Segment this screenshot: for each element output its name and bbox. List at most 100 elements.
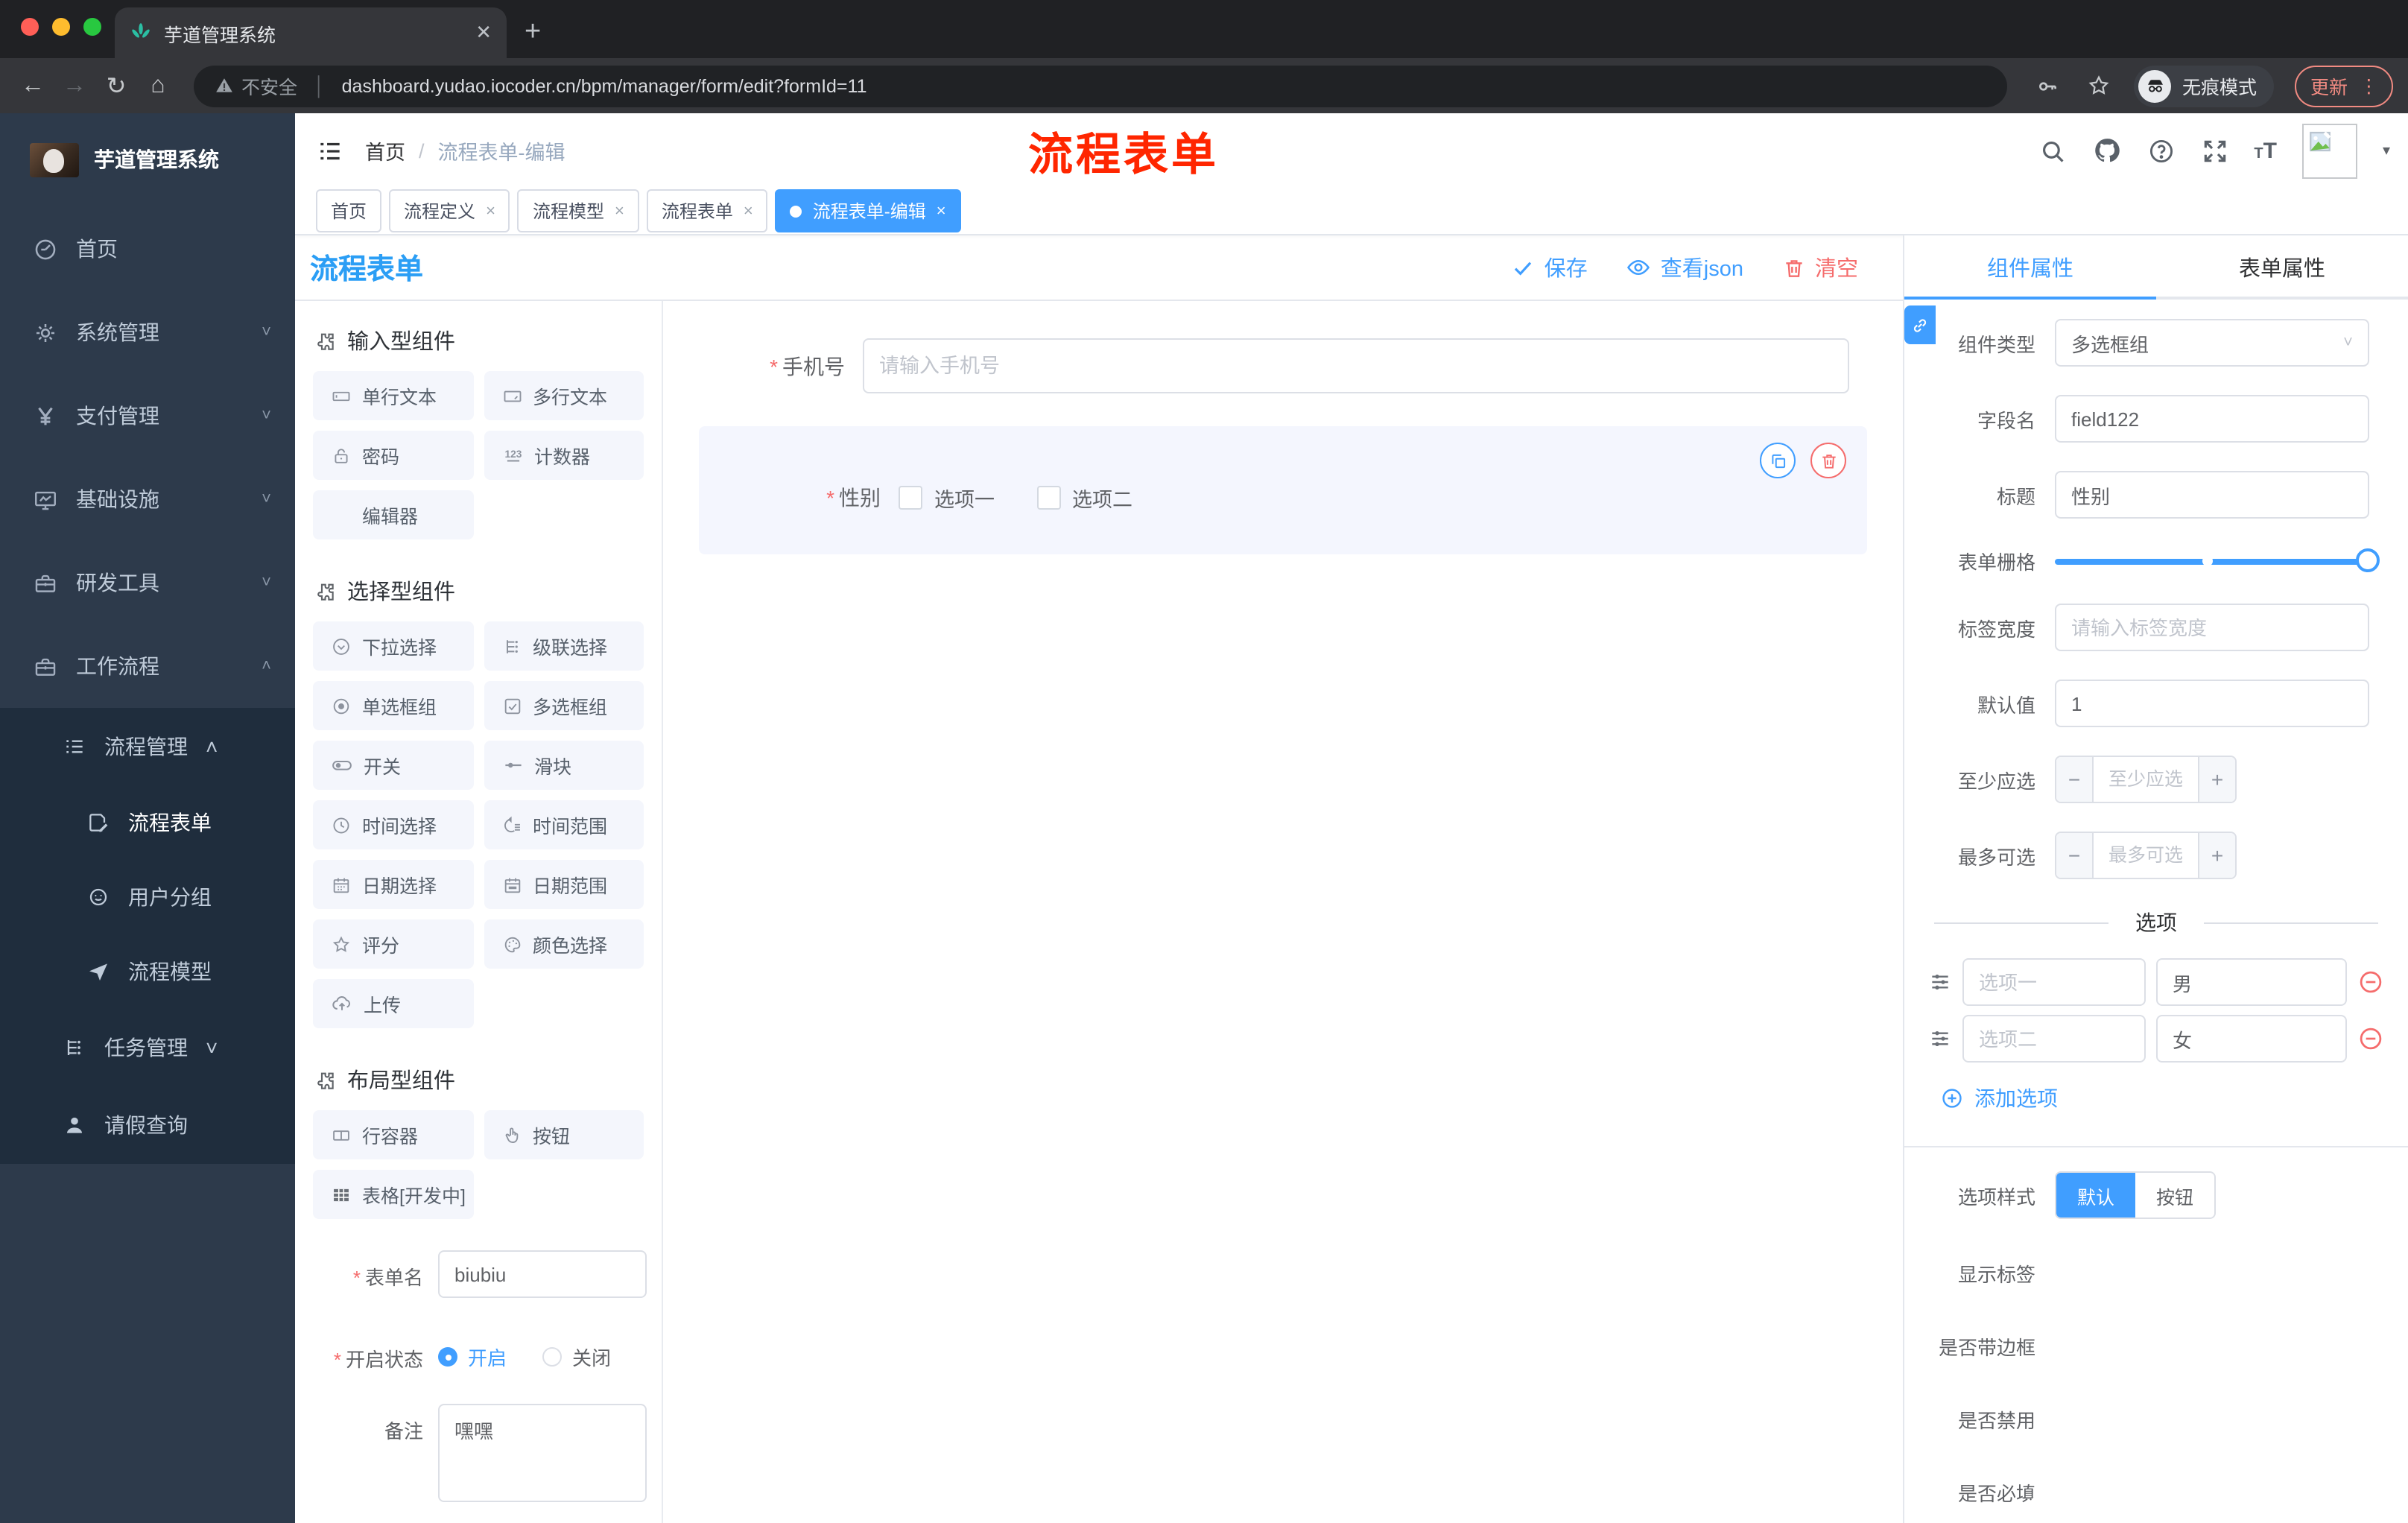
browser-tab[interactable]: 芋道管理系统 ✕ [115,7,507,58]
remove-option-icon[interactable] [2357,969,2384,995]
component-upload[interactable]: 上传 [313,979,473,1028]
stepper-minus-button[interactable]: − [2056,757,2094,802]
back-button[interactable]: ← [15,72,51,99]
font-size-icon[interactable]: TT [2254,138,2277,163]
slider-handle[interactable] [2356,548,2380,571]
style-default-button[interactable]: 默认 [2056,1173,2136,1218]
option2-value-input[interactable] [2155,1015,2347,1063]
breadcrumb-home[interactable]: 首页 [365,136,405,165]
component-date-picker[interactable]: 日期选择 [313,860,473,909]
component-rate[interactable]: 评分 [313,919,473,969]
option1-value-input[interactable] [2155,958,2347,1006]
fullscreen-icon[interactable] [2200,136,2228,165]
sidebar-item-process-model[interactable]: 流程模型 [0,934,295,1009]
new-tab-button[interactable]: + [525,16,541,49]
link-handle[interactable] [1904,305,1936,344]
tab-component-props[interactable]: 组件属性 [1904,235,2156,300]
search-icon[interactable] [2038,136,2066,165]
sidebar-item-infra[interactable]: 基础设施 ˅ [0,457,295,541]
component-row-container[interactable]: 行容器 [313,1110,473,1159]
component-type-select[interactable]: 多选框组 ˅ [2055,319,2369,367]
password-key-icon[interactable] [2036,74,2060,98]
option1-label-input[interactable] [1962,958,2146,1006]
stepper-minus-button[interactable]: − [2056,833,2094,878]
view-tab-home[interactable]: 首页 [316,189,382,232]
bookmark-star-icon[interactable] [2087,73,2112,98]
remove-option-icon[interactable] [2357,1025,2384,1052]
close-tab-icon[interactable]: × [615,202,624,220]
component-editor[interactable]: 编辑器 [313,490,473,539]
forward-button[interactable]: → [57,72,92,99]
field-name-input[interactable] [2055,395,2369,443]
component-table[interactable]: 表格[开发中] [313,1170,473,1219]
close-tab-icon[interactable]: × [937,202,946,220]
max-select-input[interactable] [2094,833,2198,878]
tab-form-props[interactable]: 表单属性 [2156,235,2408,300]
browser-menu-dots-icon[interactable]: ⋮ [2360,75,2378,97]
component-switch[interactable]: 开关 [313,741,473,790]
sidebar-item-workflow[interactable]: 工作流程 ˄ [0,624,295,708]
view-tab-process-form[interactable]: 流程表单 × [646,189,768,232]
component-color-picker[interactable]: 颜色选择 [484,919,644,969]
min-select-input[interactable] [2094,757,2198,802]
sidebar-item-task-mgmt[interactable]: 任务管理 ˅ [0,1009,295,1086]
close-tab-icon[interactable]: ✕ [475,21,492,45]
add-option-button[interactable]: 添加选项 [1940,1083,2408,1113]
component-button[interactable]: 按钮 [484,1110,644,1159]
drag-handle-icon[interactable] [1928,1027,1952,1051]
style-button-button[interactable]: 按钮 [2135,1173,2215,1218]
update-browser-button[interactable]: 更新 ⋮ [2295,65,2393,107]
option2-label-input[interactable] [1962,1015,2146,1063]
label-width-input[interactable] [2055,604,2369,651]
sidebar-item-user-group[interactable]: 用户分组 [0,860,295,934]
minimize-window-button[interactable] [52,18,70,36]
component-checkbox-group[interactable]: 多选框组 [484,681,644,730]
component-counter[interactable]: 计数器 [484,431,644,480]
title-input[interactable] [2055,471,2369,519]
canvas-field-gender-selected[interactable]: * 性别 选项一 选项二 [699,426,1867,554]
phone-input[interactable] [863,338,1849,393]
sidebar-item-process-mgmt[interactable]: 流程管理 ˄ [0,708,295,785]
component-radio-group[interactable]: 单选框组 [313,681,473,730]
gender-checkbox-option1[interactable]: 选项一 [899,483,995,513]
component-select[interactable]: 下拉选择 [313,621,473,671]
delete-component-button[interactable] [1810,443,1846,478]
collapse-sidebar-icon[interactable] [316,136,344,165]
component-date-range[interactable]: 日期范围 [484,860,644,909]
clear-button[interactable]: 清空 [1782,252,1858,283]
help-icon[interactable] [2146,136,2175,165]
sidebar-item-process-form[interactable]: 流程表单 [0,785,295,860]
checkbox-box[interactable] [899,486,922,510]
default-value-input[interactable] [2055,680,2369,727]
home-button[interactable]: ⌂ [140,72,176,99]
component-time-range[interactable]: 时间范围 [484,800,644,849]
zoom-window-button[interactable] [83,18,101,36]
component-cascader[interactable]: 级联选择 [484,621,644,671]
sidebar-item-devtools[interactable]: 研发工具 ˅ [0,541,295,624]
github-icon[interactable] [2091,136,2121,165]
stepper-plus-button[interactable]: + [2198,833,2235,878]
close-window-button[interactable] [21,18,39,36]
gender-checkbox-option2[interactable]: 选项二 [1036,483,1132,513]
drag-handle-icon[interactable] [1928,970,1952,994]
view-tab-process-definition[interactable]: 流程定义 × [389,189,510,232]
checkbox-box[interactable] [1036,486,1060,510]
duplicate-component-button[interactable] [1760,443,1796,478]
security-warning[interactable]: 不安全 [215,72,297,100]
component-slider[interactable]: 滑块 [484,741,644,790]
sidebar-item-system[interactable]: 系统管理 ˅ [0,291,295,374]
close-tab-icon[interactable]: × [744,202,753,220]
component-time-picker[interactable]: 时间选择 [313,800,473,849]
reload-button[interactable]: ↻ [98,71,134,101]
sidebar-item-payment[interactable]: 支付管理 ˅ [0,374,295,457]
component-password[interactable]: 密码 [313,431,473,480]
status-radio-on[interactable]: 开启 [438,1343,507,1371]
avatar[interactable] [2301,123,2357,178]
view-tab-process-model[interactable]: 流程模型 × [517,189,639,232]
view-tab-process-form-edit[interactable]: 流程表单-编辑 × [775,189,961,232]
stepper-plus-button[interactable]: + [2198,757,2235,802]
address-bar[interactable]: 不安全 │ dashboard.yudao.iocoder.cn/bpm/man… [194,65,2008,107]
component-multi-text[interactable]: 多行文本 [484,371,644,420]
component-single-text[interactable]: 单行文本 [313,371,473,420]
sidebar-item-home[interactable]: 首页 [0,207,295,291]
